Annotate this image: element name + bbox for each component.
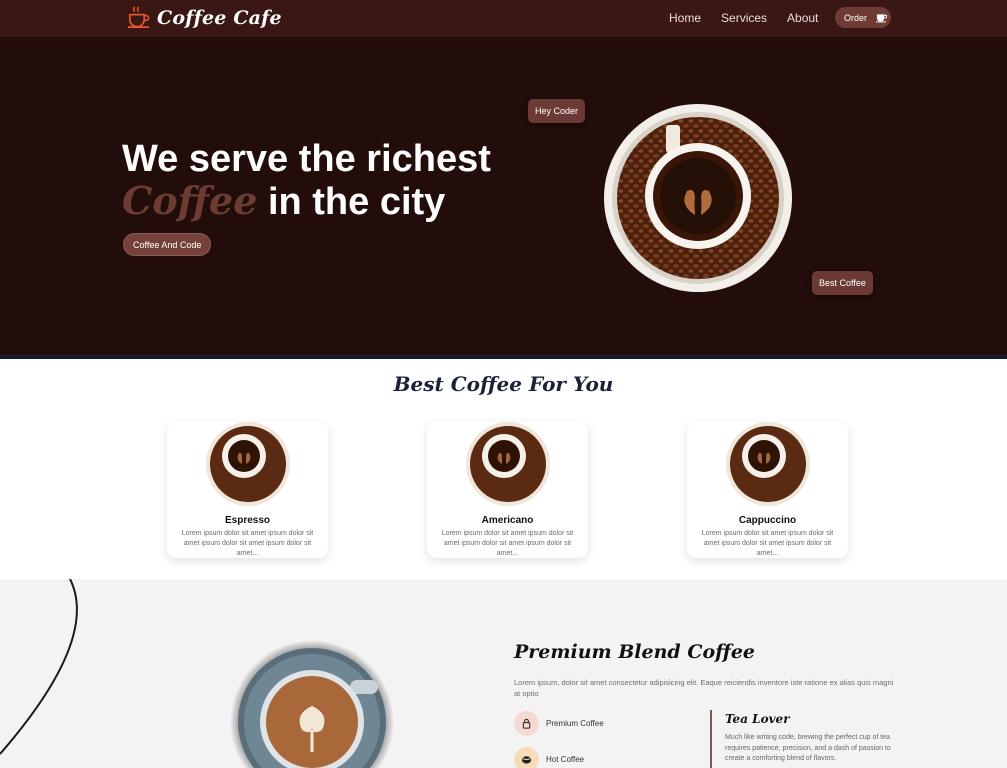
- coffee-cup-icon: [127, 6, 150, 28]
- premium-heading: Premium Blend Coffee: [514, 641, 756, 663]
- top-navbar: Coffee Cafe Home Services About Order: [0, 0, 1007, 37]
- order-button[interactable]: Order: [835, 7, 891, 28]
- lock-icon: [514, 711, 539, 736]
- brand-name: Coffee Cafe: [157, 6, 282, 29]
- card-description: Lorem ipsum dolor sit amet ipsum dolor s…: [181, 530, 314, 557]
- order-button-label: Order: [844, 12, 868, 23]
- card-title: Cappuccino: [738, 515, 797, 526]
- hero-heading-rest: in the city: [267, 181, 446, 223]
- nav-link-about[interactable]: About: [787, 11, 818, 25]
- hero-coffee-image: [604, 104, 792, 292]
- feature-premium-coffee: Premium Coffee: [514, 711, 604, 736]
- feature-label: Hot Coffee: [546, 755, 585, 764]
- card-title: Americano: [481, 515, 534, 526]
- nav-links: Home Services About: [669, 11, 838, 25]
- coffee-card-cappuccino[interactable]: Cappuccino Lorem ipsum dolor sit amet ip…: [687, 422, 848, 558]
- espresso-image: [206, 422, 290, 506]
- hero-heading-line2: Coffee in the city: [122, 180, 491, 223]
- coffee-card-espresso[interactable]: Espresso Lorem ipsum dolor sit amet ipsu…: [167, 422, 328, 558]
- hero-heading-accent: Coffee: [122, 178, 258, 223]
- brand-logo[interactable]: Coffee Cafe: [126, 5, 282, 30]
- hero-divider: [0, 354, 1007, 359]
- latte-image: [230, 640, 394, 768]
- vertical-divider: [710, 710, 712, 768]
- hero-heading-line1: We serve the richest: [122, 138, 491, 180]
- nav-link-services[interactable]: Services: [721, 11, 767, 25]
- tea-lover-heading: Tea Lover: [725, 712, 790, 726]
- feature-hot-coffee: Hot Coffee: [514, 747, 584, 768]
- americano-image: [466, 422, 550, 506]
- hey-coder-tag: Hey Coder: [528, 99, 586, 123]
- coffee-bean-icon: [514, 747, 539, 768]
- best-coffee-tag: Best Coffee: [812, 271, 873, 295]
- cappuccino-image: [726, 422, 810, 506]
- nav-link-home[interactable]: Home: [669, 11, 701, 25]
- tea-lover-description: Much like writing code, brewing the perf…: [725, 734, 891, 762]
- feature-label: Premium Coffee: [546, 719, 604, 728]
- card-description: Lorem ipsum dolor sit amet ipsum dolor s…: [441, 530, 574, 557]
- best-coffee-heading: Best Coffee For You: [393, 372, 614, 396]
- hero-heading: We serve the richest Coffee in the city: [122, 139, 491, 223]
- coffee-card-americano[interactable]: Americano Lorem ipsum dolor sit amet ips…: [427, 422, 588, 558]
- decorative-curve: [0, 579, 78, 755]
- order-cup-icon: [876, 13, 888, 22]
- card-title: Espresso: [224, 515, 271, 526]
- premium-description: Lorem ipsum, dolor sit amet consectetur …: [514, 678, 894, 698]
- card-description: Lorem ipsum dolor sit amet ipsum dolor s…: [701, 530, 834, 557]
- coffee-and-code-button[interactable]: Coffee And Code: [123, 233, 212, 256]
